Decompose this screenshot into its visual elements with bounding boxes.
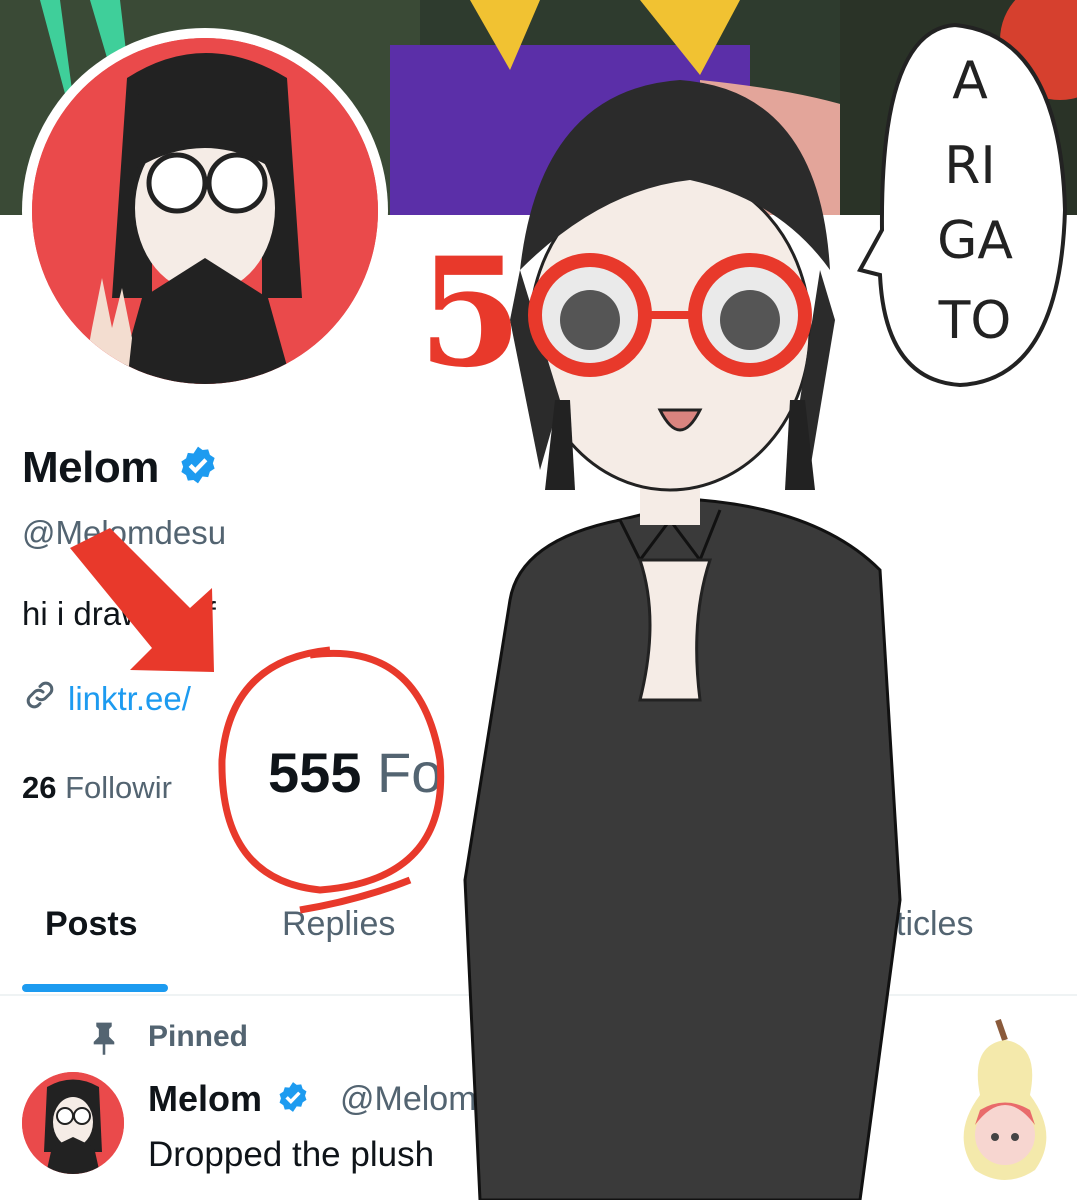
speech-line-4: TO <box>938 291 1012 351</box>
pear-mascot-logo <box>963 1019 1047 1180</box>
character-illustration <box>463 80 902 1200</box>
red-circle-annotation <box>218 646 445 914</box>
speech-line-2: RI <box>944 136 996 196</box>
speech-line-1: A <box>952 51 988 111</box>
red-arrow-annotation <box>70 528 214 672</box>
annotation-overlay <box>70 22 1068 1200</box>
glasses-number: 5 <box>418 225 523 401</box>
speech-line-3: GA <box>937 211 1013 271</box>
